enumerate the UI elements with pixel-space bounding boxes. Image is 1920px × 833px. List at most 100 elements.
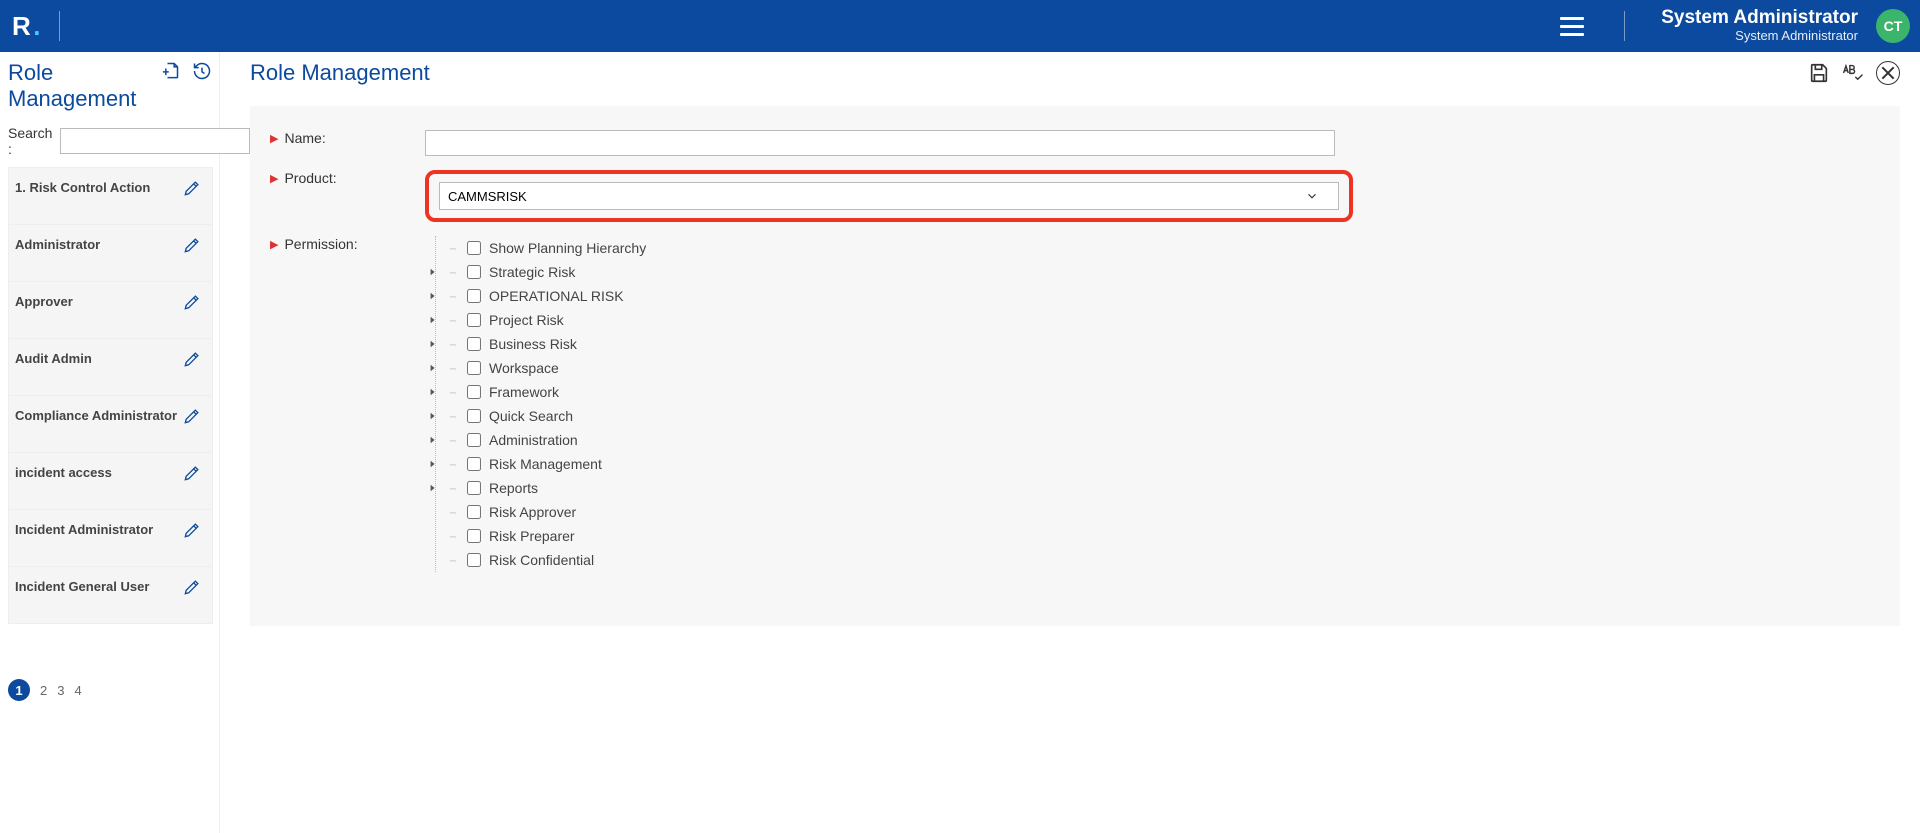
edit-icon[interactable] [182, 292, 202, 312]
permission-checkbox[interactable] [467, 457, 481, 471]
permission-label: Quick Search [489, 408, 573, 424]
product-select[interactable] [439, 182, 1339, 210]
logo-letter: R [12, 11, 31, 42]
permission-label: OPERATIONAL RISK [489, 288, 624, 304]
permission-checkbox[interactable] [467, 337, 481, 351]
spellcheck-icon[interactable] [1842, 62, 1864, 84]
divider [59, 11, 60, 41]
divider [1624, 11, 1625, 41]
tree-connector: ··· [445, 265, 459, 279]
permission-checkbox[interactable] [467, 529, 481, 543]
form-panel: ▶ Name: ▶ Product: [250, 106, 1900, 626]
permission-checkbox[interactable] [467, 265, 481, 279]
tree-connector: ··· [445, 361, 459, 375]
permission-node: ···Project Risk [429, 308, 646, 332]
edit-icon[interactable] [182, 349, 202, 369]
permission-node: ··· Show Planning Hierarchy [429, 236, 646, 260]
page-title: Role Management [250, 60, 430, 86]
tree-connector: ··· [445, 529, 459, 543]
edit-icon[interactable] [182, 463, 202, 483]
tree-connector: ··· [445, 337, 459, 351]
history-icon[interactable] [191, 60, 213, 82]
name-label: Name: [284, 130, 325, 146]
pager-page[interactable]: 4 [74, 683, 81, 698]
tree-connector: ··· [445, 409, 459, 423]
pager: 1 2 3 4 [8, 679, 82, 701]
permission-label: Show Planning Hierarchy [489, 240, 646, 256]
expand-caret-icon[interactable] [429, 292, 437, 300]
tree-connector: ··· [445, 553, 459, 567]
role-item[interactable]: Audit Admin [8, 339, 213, 396]
search-input[interactable] [60, 128, 250, 154]
save-icon[interactable] [1808, 62, 1830, 84]
role-item[interactable]: Compliance Administrator [8, 396, 213, 453]
tree-connector: ··· [445, 385, 459, 399]
permission-node: ···Administration [429, 428, 646, 452]
role-item[interactable]: Incident Administrator [8, 510, 213, 567]
permission-node: ···Risk Management [429, 452, 646, 476]
role-item-label: Approver [15, 294, 73, 309]
required-arrow-icon: ▶ [270, 132, 278, 145]
expand-caret-icon[interactable] [429, 388, 437, 396]
permission-checkbox[interactable] [467, 433, 481, 447]
permission-checkbox[interactable] [467, 553, 481, 567]
expand-caret-icon[interactable] [429, 460, 437, 468]
permission-node: ··· Business Risk [429, 332, 646, 356]
edit-icon[interactable] [182, 520, 202, 540]
permission-label: Permission: [284, 236, 357, 252]
expand-caret-icon[interactable] [429, 340, 437, 348]
logo-dot: . [33, 11, 41, 42]
tree-connector: ··· [445, 313, 459, 327]
permission-checkbox[interactable] [467, 289, 481, 303]
permission-checkbox[interactable] [467, 481, 481, 495]
tree-connector: ··· [445, 481, 459, 495]
expand-caret-icon[interactable] [429, 316, 437, 324]
permission-label: Administration [489, 432, 578, 448]
role-item[interactable]: 1. Risk Control Action [8, 168, 213, 225]
permission-node: ···Risk Confidential [429, 548, 646, 572]
tree-connector: ··· [445, 241, 459, 255]
expand-caret-icon[interactable] [429, 436, 437, 444]
permission-checkbox[interactable] [467, 361, 481, 375]
role-item[interactable]: Administrator [8, 225, 213, 282]
expand-caret-icon[interactable] [429, 484, 437, 492]
role-item[interactable]: Incident General User [8, 567, 213, 624]
expand-caret-icon[interactable] [429, 268, 437, 276]
permission-node: ···Reports [429, 476, 646, 500]
pager-current[interactable]: 1 [8, 679, 30, 701]
menu-icon[interactable] [1556, 13, 1588, 40]
edit-icon[interactable] [182, 235, 202, 255]
edit-icon[interactable] [182, 178, 202, 198]
role-list: 1. Risk Control ActionAdministrator Appro… [8, 167, 213, 624]
permission-label: Business Risk [489, 336, 577, 352]
permission-node: ···Workspace [429, 356, 646, 380]
role-item[interactable]: incident access [8, 453, 213, 510]
edit-icon[interactable] [182, 577, 202, 597]
new-role-icon[interactable] [159, 60, 181, 82]
permission-checkbox[interactable] [467, 505, 481, 519]
edit-icon[interactable] [182, 406, 202, 426]
expand-caret-icon[interactable] [429, 412, 437, 420]
pager-page[interactable]: 3 [57, 683, 64, 698]
permission-node: ···OPERATIONAL RISK [429, 284, 646, 308]
permission-checkbox[interactable] [467, 409, 481, 423]
role-item[interactable]: Approver [8, 282, 213, 339]
expand-caret-icon[interactable] [429, 364, 437, 372]
close-icon[interactable] [1876, 61, 1900, 85]
user-block[interactable]: System Administrator System Administrato… [1661, 8, 1858, 43]
pager-page[interactable]: 2 [40, 683, 47, 698]
role-item-label: Audit Admin [15, 351, 92, 366]
permission-checkbox[interactable] [467, 385, 481, 399]
name-input[interactable] [425, 130, 1335, 156]
permission-checkbox[interactable] [467, 241, 481, 255]
search-label: Search : [8, 125, 52, 157]
main: Role Management [220, 52, 1920, 833]
avatar[interactable]: CT [1876, 9, 1910, 43]
app-logo: R. [12, 11, 41, 42]
top-bar: R. System Administrator System Administr… [0, 0, 1920, 52]
user-name: System Administrator [1661, 8, 1858, 29]
permission-checkbox[interactable] [467, 313, 481, 327]
permission-node: ···Strategic Risk [429, 260, 646, 284]
permission-label: Risk Preparer [489, 528, 575, 544]
sidebar-title: Role Management [8, 60, 148, 113]
